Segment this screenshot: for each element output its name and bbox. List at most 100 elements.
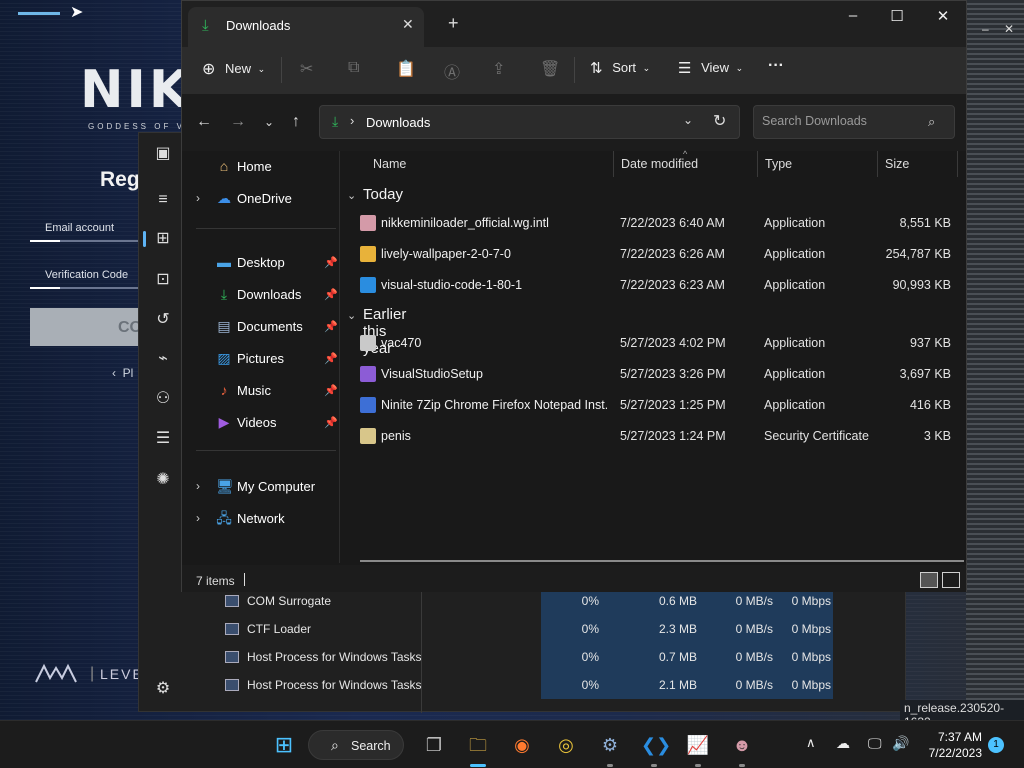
startup-apps-icon[interactable]: ⌁ [152, 348, 174, 370]
users-icon[interactable]: ⚇ [152, 388, 174, 410]
rename-icon[interactable]: Ⓐ [444, 59, 460, 83]
nav-item-onedrive[interactable]: › ☁ OneDrive [182, 185, 340, 213]
file-row[interactable]: lively-wallpaper-2-0-7-0 7/22/2023 6:26 A… [341, 239, 961, 270]
network-icon[interactable]: 🖵 [868, 735, 882, 752]
nav-item-videos[interactable]: ▶ Videos 📌 [182, 409, 340, 437]
copy-icon[interactable]: ⧉ [348, 59, 359, 83]
close-window-icon[interactable]: ✕ [931, 7, 955, 25]
column-resize-handle[interactable] [877, 151, 878, 177]
file-row[interactable]: VisualStudioSetup 5/27/2023 3:26 PM Applic… [341, 359, 961, 390]
view-button[interactable]: ☰ View ⌄ [678, 59, 743, 83]
background-close-icon[interactable]: ✕ [1004, 22, 1014, 36]
paste-icon[interactable]: 📋 [396, 59, 416, 83]
nikke-app-icon[interactable]: ☻ [729, 732, 755, 758]
refresh-icon[interactable]: ↻ [713, 111, 726, 131]
chrome-icon[interactable]: ◎ [553, 732, 579, 758]
collapse-chevron-icon[interactable]: ⌄ [347, 189, 356, 202]
share-icon[interactable]: ⇪ [492, 59, 505, 83]
pin-icon[interactable]: 📌 [324, 320, 338, 333]
expand-chevron-icon[interactable]: › [196, 191, 200, 205]
sort-button[interactable]: ⇅ Sort ⌄ [590, 59, 650, 83]
column-resize-handle[interactable] [757, 151, 758, 177]
notification-badge[interactable]: 1 [988, 737, 1004, 753]
windows-start-icon[interactable]: ⊞ [271, 732, 297, 758]
collapse-chevron-icon[interactable]: ⌄ [347, 309, 356, 322]
taskbar-search-button[interactable]: ⌕ Search [308, 730, 404, 760]
search-input[interactable] [762, 114, 922, 128]
clock[interactable]: 7:37 AM 7/22/2023 [916, 729, 982, 761]
email-account-field[interactable] [30, 240, 138, 242]
pin-icon[interactable]: 📌 [324, 352, 338, 365]
show-hidden-icons-chevron-icon[interactable]: ∧ [806, 735, 816, 751]
expand-chevron-icon[interactable]: › [196, 479, 200, 493]
column-resize-handle[interactable] [613, 151, 614, 177]
nav-item-pictures[interactable]: ▨ Pictures 📌 [182, 345, 340, 373]
pin-icon[interactable]: 📌 [324, 416, 338, 429]
recent-locations-chevron-icon[interactable]: ⌄ [264, 115, 274, 129]
nav-item-documents[interactable]: ▤ Documents 📌 [182, 313, 340, 341]
back-arrow-icon[interactable]: ← [196, 113, 212, 131]
address-bar[interactable]: ⤓ › Downloads ⌄ ↻ [319, 105, 740, 139]
column-resize-handle[interactable] [957, 151, 958, 177]
cut-icon[interactable]: ✂ [300, 59, 313, 83]
expand-chevron-icon[interactable]: › [196, 511, 200, 525]
services-icon[interactable]: ✺ [152, 469, 174, 491]
file-row[interactable]: vac470 5/27/2023 4:02 PM Application 937 KB [341, 328, 961, 359]
verification-code-field[interactable] [30, 287, 138, 289]
background-minimize-icon[interactable]: – [982, 22, 989, 36]
settings-gear-icon[interactable]: ⚙ [597, 732, 623, 758]
process-row[interactable]: Host Process for Windows Tasks 0% 2.1 MB 0 … [189, 671, 905, 699]
nav-item-desktop[interactable]: ▬ Desktop 📌 [182, 249, 340, 277]
continue-button[interactable]: CO [30, 308, 142, 346]
firefox-icon[interactable]: ◉ [509, 732, 535, 758]
file-row[interactable]: visual-studio-code-1-80-1 7/22/2023 6:23 … [341, 270, 961, 301]
nav-item-music[interactable]: ♪ Music 📌 [182, 377, 340, 405]
vscode-icon[interactable]: ❮❯ [641, 732, 671, 758]
task-manager-icon[interactable]: 📈 [685, 732, 711, 758]
file-row[interactable]: penis 5/27/2023 1:24 PM Security Certifica… [341, 421, 961, 452]
nav-item-my-computer[interactable]: › 🖥 My Computer [182, 473, 340, 501]
onedrive-offline-icon[interactable]: ☁ [836, 735, 850, 752]
process-row[interactable]: CTF Loader 0% 2.3 MB 0 MB/s 0 Mbps [189, 615, 905, 643]
hamburger-menu-icon[interactable]: ≡ [152, 189, 174, 211]
breadcrumb-downloads[interactable]: Downloads [366, 115, 430, 130]
tiles-view-icon[interactable] [942, 572, 960, 588]
file-row[interactable]: Ninite 7Zip Chrome Firefox Notepad Inst.… [341, 390, 961, 421]
pin-icon[interactable]: 📌 [324, 256, 338, 269]
maximize-icon[interactable]: ☐ [885, 7, 909, 25]
close-tab-icon[interactable]: ✕ [402, 16, 414, 33]
file-explorer-icon[interactable]: 🗀 [465, 732, 491, 758]
new-tab-plus-icon[interactable]: + [448, 13, 459, 34]
column-header-size[interactable]: Size [885, 157, 909, 171]
task-view-icon[interactable]: ❐ [421, 732, 447, 758]
new-button[interactable]: ⊕ New ⌄ [202, 59, 265, 83]
pin-icon[interactable]: 📌 [324, 384, 338, 397]
file-row[interactable]: nikkeminiloader_official.wg.intl 7/22/202… [341, 208, 961, 239]
previous-link[interactable]: ‹ Pl [112, 366, 133, 380]
column-header-date[interactable]: Date modified [621, 157, 698, 171]
column-header-type[interactable]: Type [765, 157, 792, 171]
column-header-name[interactable]: Name [373, 157, 406, 171]
tab-downloads[interactable]: ⤓ Downloads ✕ [188, 7, 424, 47]
delete-icon[interactable]: 🗑 [540, 59, 560, 83]
settings-gear-icon[interactable]: ⚙ [152, 678, 174, 700]
nav-item-network[interactable]: › 🖧 Network [182, 505, 340, 533]
details-icon[interactable]: ☰ [152, 428, 174, 450]
nav-item-home[interactable]: ⌂ Home [182, 153, 340, 181]
minimize-icon[interactable]: – [841, 7, 865, 24]
pin-icon[interactable]: 📌 [324, 288, 338, 301]
image-icon[interactable]: ▣ [152, 143, 174, 165]
forward-arrow-icon[interactable]: → [230, 113, 246, 131]
search-box[interactable]: ⌕ [753, 105, 955, 139]
nav-item-downloads[interactable]: ⤓ Downloads 📌 [182, 281, 340, 309]
app-history-icon[interactable]: ↺ [152, 309, 174, 331]
performance-icon[interactable]: ⊡ [152, 269, 174, 291]
details-view-icon[interactable] [920, 572, 938, 588]
up-arrow-icon[interactable]: ↑ [292, 113, 300, 131]
search-icon[interactable]: ⌕ [928, 114, 935, 130]
processes-icon[interactable]: ⊞ [152, 228, 174, 250]
more-options-button[interactable]: ··· [768, 57, 784, 81]
volume-icon[interactable]: 🔊 [892, 735, 909, 752]
process-row[interactable]: Host Process for Windows Tasks 0% 0.7 MB 0 … [189, 643, 905, 671]
horizontal-scrollbar[interactable] [360, 560, 964, 562]
